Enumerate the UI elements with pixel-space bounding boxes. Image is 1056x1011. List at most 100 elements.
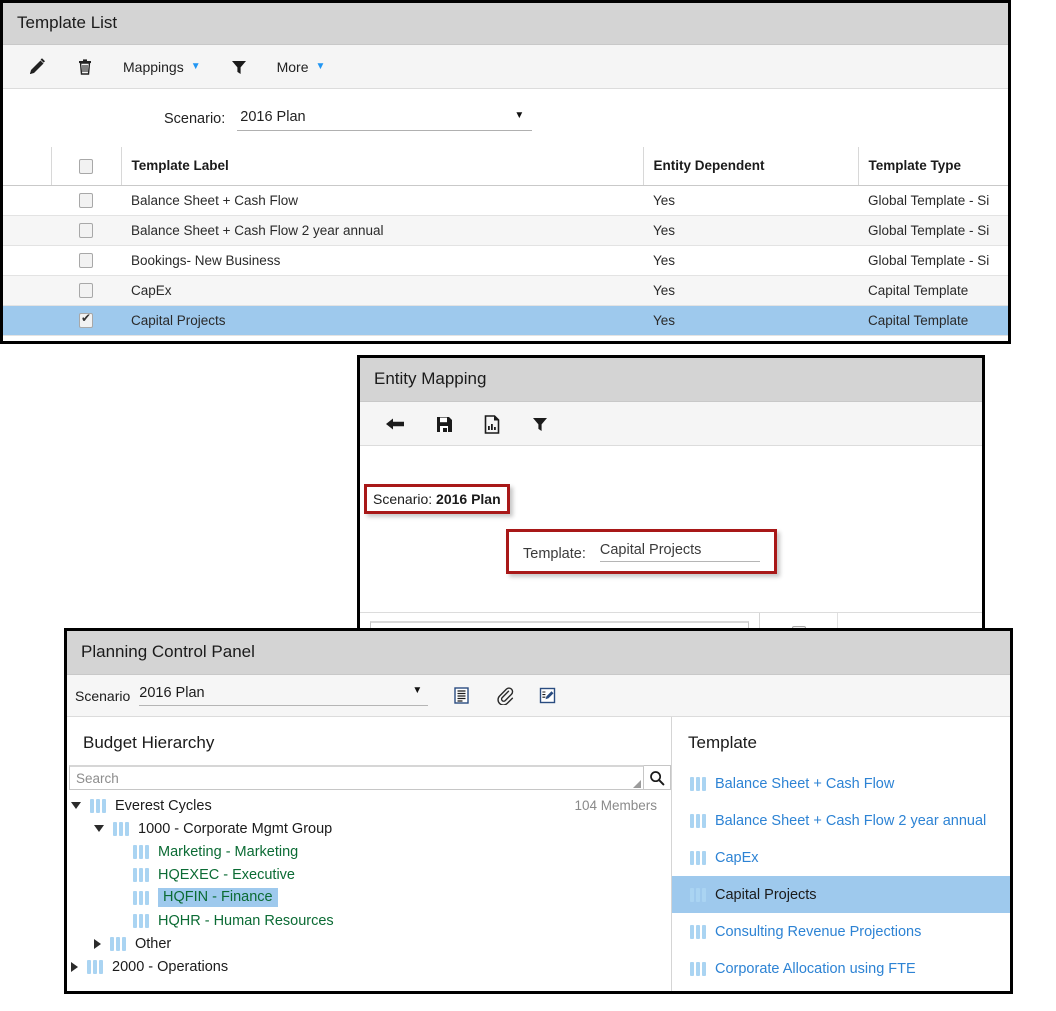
attachment-button[interactable] [495,686,514,705]
template-item-capital-projects-selected[interactable]: Capital Projects [672,876,1010,913]
row-checkbox[interactable] [79,252,93,268]
select-all-checkbox[interactable] [79,158,93,174]
cell-template-type: Capital Template [858,305,1008,336]
planning-panel-title: Planning Control Panel [67,631,1010,675]
template-item-label: Corporate Allocation using FTE [715,960,916,977]
row-checkbox[interactable] [79,282,93,298]
entity-bars-icon [110,936,126,951]
resize-grip-icon[interactable] [633,780,641,788]
collapse-arrow-icon[interactable] [71,802,81,809]
mappings-menu[interactable]: Mappings ▼ [109,45,215,88]
row-checkbox-cell[interactable] [51,245,121,276]
template-bars-icon [690,813,706,828]
template-item-label: CapEx [715,849,759,866]
tree-node-other[interactable]: Other [67,932,671,955]
row-checkbox[interactable] [79,192,93,208]
col-spacer [3,147,52,186]
edit-button[interactable] [538,686,557,705]
budget-search-input[interactable]: Search [69,765,644,790]
tree-node-corporate-mgmt-group[interactable]: 1000 - Corporate Mgmt Group [67,817,671,840]
budget-search-button[interactable] [644,765,671,790]
search-icon [649,770,665,786]
cell-entity-dependent: Yes [643,215,858,246]
template-item-corporate-allocation-using-fte[interactable]: Corporate Allocation using FTE [672,950,1010,987]
row-spacer [3,305,51,336]
report-button[interactable] [468,402,516,445]
filter-button[interactable] [516,402,564,445]
cell-entity-dependent: Yes [643,245,858,276]
row-checkbox-cell[interactable] [51,185,121,216]
back-arrow-icon [384,414,406,434]
tree-node-hqexec[interactable]: HQEXEC - Executive [67,863,671,886]
filter-button[interactable] [215,45,263,88]
document-button[interactable] [452,686,471,705]
row-checkbox-cell[interactable] [51,215,121,246]
tree-node-operations[interactable]: 2000 - Operations [67,955,671,978]
template-item-capex[interactable]: CapEx [672,839,1010,876]
row-checkbox-checked[interactable] [79,311,93,328]
cell-entity-dependent: Yes [643,185,858,216]
tree-node-label: 1000 - Corporate Mgmt Group [138,820,333,837]
table-row[interactable]: Bookings- New Business Yes Global Templa… [3,245,1008,276]
more-label: More [276,58,309,75]
tree-node-label: 2000 - Operations [112,958,229,975]
row-checkbox-cell[interactable] [51,305,121,336]
row-spacer [3,185,51,216]
edit-button[interactable] [13,45,61,88]
save-button[interactable] [420,402,468,445]
report-chart-icon [482,414,502,434]
template-bars-icon [690,850,706,865]
delete-button[interactable] [61,45,109,88]
back-button[interactable] [370,402,420,445]
funnel-icon [229,57,249,77]
edit-box-icon [538,686,557,705]
col-select-all[interactable] [51,147,122,186]
tree-node-marketing[interactable]: Marketing - Marketing [67,840,671,863]
scenario-dropdown[interactable]: 2016 Plan ▼ [237,107,533,131]
entity-bars-icon [133,844,149,859]
table-row[interactable]: CapEx Yes Capital Template [3,275,1008,306]
expand-arrow-icon[interactable] [94,938,101,949]
entity-mapping-title: Entity Mapping [360,358,982,402]
cell-template-label: Capital Projects [121,305,643,336]
collapse-arrow-icon[interactable] [94,825,104,832]
scenario-value: 2016 Plan [139,685,205,701]
cell-template-label: Balance Sheet + Cash Flow 2 year annual [121,215,643,246]
row-checkbox-cell[interactable] [51,275,121,306]
tree-node-hqhr[interactable]: HQHR - Human Resources [67,909,671,932]
budget-hierarchy-search: Search [69,765,671,790]
cell-entity-dependent: Yes [643,275,858,306]
tree-node-everest-cycles[interactable]: Everest Cycles 104 Members [67,794,671,817]
scenario-dropdown[interactable]: 2016 Plan ▼ [139,685,429,706]
template-list-pane: Template Balance Sheet + Cash Flow Balan… [672,717,1010,991]
tree-node-label: Everest Cycles [115,797,212,814]
table-row[interactable]: Balance Sheet + Cash Flow Yes Global Tem… [3,185,1008,216]
expand-arrow-icon[interactable] [71,961,78,972]
chevron-down-icon: ▼ [412,685,423,696]
tree-node-label: HQEXEC - Executive [158,866,295,883]
entity-bars-icon [87,959,103,974]
template-item-consulting-revenue-projections[interactable]: Consulting Revenue Projections [672,913,1010,950]
template-item-label: Balance Sheet + Cash Flow 2 year annual [715,812,987,829]
col-template-label[interactable]: Template Label [121,147,644,186]
tree-node-hqfin-selected[interactable]: HQFIN - Finance [67,886,671,909]
more-menu[interactable]: More ▼ [263,45,340,88]
table-row-selected[interactable]: Capital Projects Yes Capital Template [3,305,1008,336]
template-list-scenario-row: Scenario: 2016 Plan ▼ [3,89,1008,147]
template-item-balance-sheet-cash-flow-2-year[interactable]: Balance Sheet + Cash Flow 2 year annual [672,802,1010,839]
entity-mapping-template-field[interactable]: Template: Capital Projects [506,529,777,574]
table-row[interactable]: Balance Sheet + Cash Flow 2 year annual … [3,215,1008,246]
col-entity-dependent[interactable]: Entity Dependent [643,147,859,186]
table-header-row: Template Label Entity Dependent Template… [3,147,1008,186]
template-item-label: Consulting Revenue Projections [715,923,922,940]
tree-node-label: HQFIN - Finance [158,888,278,907]
row-checkbox[interactable] [79,222,93,238]
template-bars-icon [690,924,706,939]
entity-bars-icon [133,890,149,905]
template-item-balance-sheet-cash-flow[interactable]: Balance Sheet + Cash Flow [672,765,1010,802]
budget-hierarchy-title: Budget Hierarchy [83,733,215,752]
scenario-label: Scenario: [373,491,433,507]
entity-mapping-body: Scenario: 2016 Plan Template: Capital Pr… [360,446,982,629]
col-template-type[interactable]: Template Type [858,147,1008,186]
template-list-title: Template List [3,3,1008,45]
